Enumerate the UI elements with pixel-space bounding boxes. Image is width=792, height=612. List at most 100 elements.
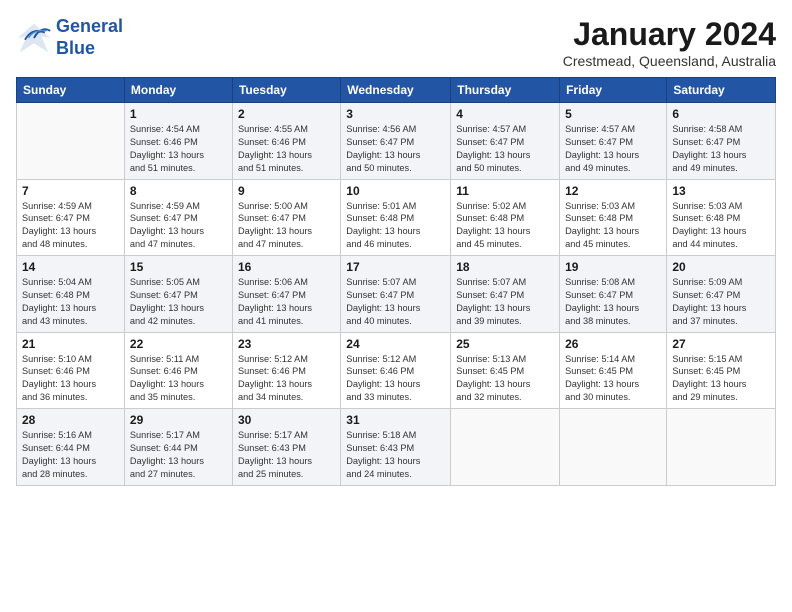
- calendar-table: SundayMondayTuesdayWednesdayThursdayFrid…: [16, 77, 776, 486]
- day-number: 12: [565, 184, 661, 198]
- weekday-header-wednesday: Wednesday: [341, 78, 451, 103]
- day-number: 26: [565, 337, 661, 351]
- day-info: Sunrise: 4:55 AMSunset: 6:46 PMDaylight:…: [238, 123, 335, 175]
- calendar-cell: 11 Sunrise: 5:02 AMSunset: 6:48 PMDayligh…: [451, 179, 560, 256]
- day-number: 29: [130, 413, 227, 427]
- day-info: Sunrise: 4:57 AMSunset: 6:47 PMDaylight:…: [565, 123, 661, 175]
- calendar-week-row: 21 Sunrise: 5:10 AMSunset: 6:46 PMDayligh…: [17, 332, 776, 409]
- day-info: Sunrise: 4:58 AMSunset: 6:47 PMDaylight:…: [672, 123, 770, 175]
- day-info: Sunrise: 4:59 AMSunset: 6:47 PMDaylight:…: [130, 200, 227, 252]
- day-info: Sunrise: 5:05 AMSunset: 6:47 PMDaylight:…: [130, 276, 227, 328]
- calendar-cell: 2 Sunrise: 4:55 AMSunset: 6:46 PMDaylight…: [232, 103, 340, 180]
- day-number: 8: [130, 184, 227, 198]
- calendar-week-row: 14Sunrise: 5:04 AMSunset: 6:48 PMDayligh…: [17, 256, 776, 333]
- day-info: Sunrise: 5:03 AMSunset: 6:48 PMDaylight:…: [672, 200, 770, 252]
- logo-text: General Blue: [56, 16, 123, 59]
- calendar-week-row: 7 Sunrise: 4:59 AMSunset: 6:47 PMDaylight…: [17, 179, 776, 256]
- day-number: 21: [22, 337, 119, 351]
- day-info: Sunrise: 5:10 AMSunset: 6:46 PMDaylight:…: [22, 353, 119, 405]
- day-number: 3: [346, 107, 445, 121]
- calendar-cell: 21 Sunrise: 5:10 AMSunset: 6:46 PMDayligh…: [17, 332, 125, 409]
- day-info: Sunrise: 4:57 AMSunset: 6:47 PMDaylight:…: [456, 123, 554, 175]
- day-info: Sunrise: 5:04 AMSunset: 6:48 PMDaylight:…: [22, 276, 119, 328]
- calendar-cell: 26 Sunrise: 5:14 AMSunset: 6:45 PMDayligh…: [560, 332, 667, 409]
- calendar-week-row: 1Sunrise: 4:54 AMSunset: 6:46 PMDaylight…: [17, 103, 776, 180]
- day-number: 28: [22, 413, 119, 427]
- day-number: 24: [346, 337, 445, 351]
- day-number: 22: [130, 337, 227, 351]
- day-number: 31: [346, 413, 445, 427]
- day-number: 11: [456, 184, 554, 198]
- day-info: Sunrise: 5:12 AMSunset: 6:46 PMDaylight:…: [238, 353, 335, 405]
- calendar-cell: [560, 409, 667, 486]
- calendar-cell: 8 Sunrise: 4:59 AMSunset: 6:47 PMDaylight…: [124, 179, 232, 256]
- weekday-header-row: SundayMondayTuesdayWednesdayThursdayFrid…: [17, 78, 776, 103]
- calendar-cell: 6Sunrise: 4:58 AMSunset: 6:47 PMDaylight…: [667, 103, 776, 180]
- day-number: 1: [130, 107, 227, 121]
- day-number: 13: [672, 184, 770, 198]
- calendar-cell: 12Sunrise: 5:03 AMSunset: 6:48 PMDayligh…: [560, 179, 667, 256]
- calendar-cell: 25 Sunrise: 5:13 AMSunset: 6:45 PMDayligh…: [451, 332, 560, 409]
- day-number: 19: [565, 260, 661, 274]
- day-number: 2: [238, 107, 335, 121]
- calendar-cell: 3 Sunrise: 4:56 AMSunset: 6:47 PMDaylight…: [341, 103, 451, 180]
- day-number: 20: [672, 260, 770, 274]
- weekday-header-friday: Friday: [560, 78, 667, 103]
- calendar-cell: 4Sunrise: 4:57 AMSunset: 6:47 PMDaylight…: [451, 103, 560, 180]
- weekday-header-monday: Monday: [124, 78, 232, 103]
- day-number: 25: [456, 337, 554, 351]
- logo: General Blue: [16, 16, 123, 59]
- day-info: Sunrise: 5:06 AMSunset: 6:47 PMDaylight:…: [238, 276, 335, 328]
- calendar-cell: 16 Sunrise: 5:06 AMSunset: 6:47 PMDayligh…: [232, 256, 340, 333]
- day-info: Sunrise: 5:12 AMSunset: 6:46 PMDaylight:…: [346, 353, 445, 405]
- calendar-cell: [17, 103, 125, 180]
- calendar-cell: 18 Sunrise: 5:07 AMSunset: 6:47 PMDayligh…: [451, 256, 560, 333]
- day-info: Sunrise: 5:00 AMSunset: 6:47 PMDaylight:…: [238, 200, 335, 252]
- day-info: Sunrise: 5:17 AMSunset: 6:44 PMDaylight:…: [130, 429, 227, 481]
- day-info: Sunrise: 4:56 AMSunset: 6:47 PMDaylight:…: [346, 123, 445, 175]
- day-number: 23: [238, 337, 335, 351]
- month-year-title: January 2024: [563, 16, 776, 53]
- day-info: Sunrise: 5:18 AMSunset: 6:43 PMDaylight:…: [346, 429, 445, 481]
- calendar-cell: 28 Sunrise: 5:16 AMSunset: 6:44 PMDayligh…: [17, 409, 125, 486]
- calendar-cell: 20 Sunrise: 5:09 AMSunset: 6:47 PMDayligh…: [667, 256, 776, 333]
- calendar-week-row: 28 Sunrise: 5:16 AMSunset: 6:44 PMDayligh…: [17, 409, 776, 486]
- day-number: 7: [22, 184, 119, 198]
- calendar-cell: 15 Sunrise: 5:05 AMSunset: 6:47 PMDayligh…: [124, 256, 232, 333]
- day-number: 17: [346, 260, 445, 274]
- calendar-cell: 13 Sunrise: 5:03 AMSunset: 6:48 PMDayligh…: [667, 179, 776, 256]
- day-info: Sunrise: 5:17 AMSunset: 6:43 PMDaylight:…: [238, 429, 335, 481]
- day-number: 5: [565, 107, 661, 121]
- title-block: January 2024 Crestmead, Queensland, Aust…: [563, 16, 776, 69]
- location-subtitle: Crestmead, Queensland, Australia: [563, 53, 776, 69]
- calendar-cell: 31 Sunrise: 5:18 AMSunset: 6:43 PMDayligh…: [341, 409, 451, 486]
- day-info: Sunrise: 5:15 AMSunset: 6:45 PMDaylight:…: [672, 353, 770, 405]
- day-number: 16: [238, 260, 335, 274]
- day-info: Sunrise: 5:13 AMSunset: 6:45 PMDaylight:…: [456, 353, 554, 405]
- calendar-cell: 23 Sunrise: 5:12 AMSunset: 6:46 PMDayligh…: [232, 332, 340, 409]
- calendar-cell: 27 Sunrise: 5:15 AMSunset: 6:45 PMDayligh…: [667, 332, 776, 409]
- day-number: 27: [672, 337, 770, 351]
- calendar-cell: 30Sunrise: 5:17 AMSunset: 6:43 PMDayligh…: [232, 409, 340, 486]
- day-number: 15: [130, 260, 227, 274]
- calendar-cell: 9Sunrise: 5:00 AMSunset: 6:47 PMDaylight…: [232, 179, 340, 256]
- calendar-cell: 7 Sunrise: 4:59 AMSunset: 6:47 PMDaylight…: [17, 179, 125, 256]
- day-info: Sunrise: 5:09 AMSunset: 6:47 PMDaylight:…: [672, 276, 770, 328]
- calendar-cell: 29 Sunrise: 5:17 AMSunset: 6:44 PMDayligh…: [124, 409, 232, 486]
- page-header: General Blue January 2024 Crestmead, Que…: [16, 16, 776, 69]
- day-info: Sunrise: 5:02 AMSunset: 6:48 PMDaylight:…: [456, 200, 554, 252]
- calendar-cell: 5 Sunrise: 4:57 AMSunset: 6:47 PMDaylight…: [560, 103, 667, 180]
- day-info: Sunrise: 5:07 AMSunset: 6:47 PMDaylight:…: [456, 276, 554, 328]
- calendar-cell: 24 Sunrise: 5:12 AMSunset: 6:46 PMDayligh…: [341, 332, 451, 409]
- day-number: 18: [456, 260, 554, 274]
- calendar-cell: 19Sunrise: 5:08 AMSunset: 6:47 PMDayligh…: [560, 256, 667, 333]
- weekday-header-sunday: Sunday: [17, 78, 125, 103]
- day-info: Sunrise: 5:16 AMSunset: 6:44 PMDaylight:…: [22, 429, 119, 481]
- day-info: Sunrise: 4:59 AMSunset: 6:47 PMDaylight:…: [22, 200, 119, 252]
- weekday-header-saturday: Saturday: [667, 78, 776, 103]
- calendar-cell: 17 Sunrise: 5:07 AMSunset: 6:47 PMDayligh…: [341, 256, 451, 333]
- calendar-cell: [667, 409, 776, 486]
- day-info: Sunrise: 5:07 AMSunset: 6:47 PMDaylight:…: [346, 276, 445, 328]
- day-info: Sunrise: 5:14 AMSunset: 6:45 PMDaylight:…: [565, 353, 661, 405]
- day-number: 10: [346, 184, 445, 198]
